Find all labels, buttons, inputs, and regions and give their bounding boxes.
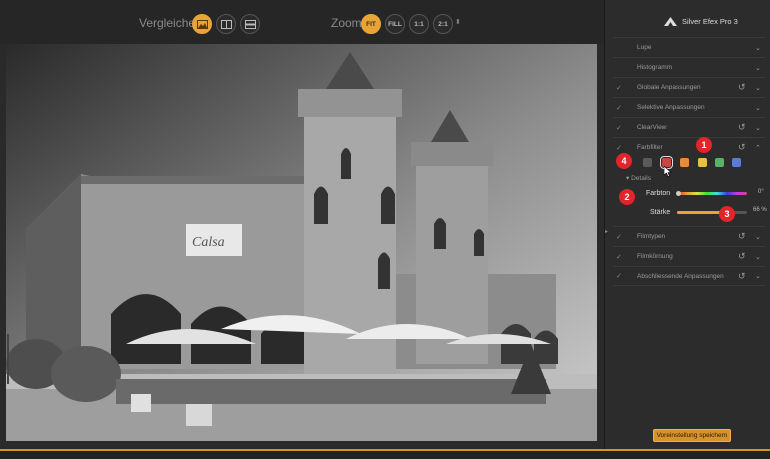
callout-badge-4: 4 <box>616 153 632 169</box>
color-filter-swatch-blue[interactable] <box>732 158 741 167</box>
image-icon <box>196 19 208 29</box>
split-view-icon <box>220 19 232 29</box>
photo-canvas[interactable]: Calsa <box>6 44 597 441</box>
save-preset-button[interactable]: Voreinstellung speichern <box>653 429 731 442</box>
section-lupe[interactable]: Lupe ⌄ <box>613 37 765 57</box>
color-filter-swatch-neutral[interactable] <box>643 158 652 167</box>
reset-icon[interactable]: ↺ <box>738 251 746 262</box>
checkmark-icon[interactable]: ✓ <box>616 253 622 261</box>
section-farbfilter[interactable]: ✓ Farbfilter ↺ ⌃ <box>613 137 765 157</box>
chevron-down-icon[interactable]: ⌄ <box>755 233 761 241</box>
section-label: Filmtypen <box>637 233 666 240</box>
color-filter-swatch-yellow[interactable] <box>698 158 707 167</box>
section-filmkoernung[interactable]: ✓ Filmkörnung ↺ ⌄ <box>613 246 765 266</box>
section-selektive-anpassungen[interactable]: ✓ Selektive Anpassungen ⌄ <box>613 97 765 117</box>
reset-icon[interactable]: ↺ <box>738 82 746 93</box>
chevron-down-icon[interactable]: ⌄ <box>755 253 761 261</box>
compare-side-by-side-button[interactable] <box>240 14 260 34</box>
zoom-label: Zoom <box>331 16 362 30</box>
reset-icon[interactable]: ↺ <box>738 271 746 282</box>
chevron-down-icon[interactable]: ⌄ <box>755 124 761 132</box>
details-label: Details <box>631 175 651 182</box>
zoom-2-1-button[interactable]: 2:1 <box>433 14 453 34</box>
top-toolbar: Vergleichen Zoom FIT FILL 1:1 2:1 ⬍ <box>0 0 604 44</box>
chevron-down-icon[interactable]: ⌄ <box>755 272 761 280</box>
reset-icon[interactable]: ↺ <box>738 231 746 242</box>
section-label: Abschliessende Anpassungen <box>637 272 724 280</box>
farbton-label: Farbton <box>646 190 671 197</box>
color-filter-swatch-orange[interactable] <box>680 158 689 167</box>
details-toggle[interactable]: ▾ Details <box>626 174 651 182</box>
staerke-slider[interactable] <box>677 210 747 215</box>
panel-collapse-arrow-icon[interactable]: ▸ <box>605 228 608 235</box>
reset-icon[interactable]: ↺ <box>738 122 746 133</box>
checkmark-icon[interactable]: ✓ <box>616 104 622 112</box>
section-label: Filmkörnung <box>637 253 673 260</box>
chevron-down-icon[interactable]: ⌄ <box>755 104 761 112</box>
zoom-stepper-icon[interactable]: ⬍ <box>455 18 461 26</box>
farbton-value: 0° <box>758 189 764 195</box>
section-label: Lupe <box>637 44 652 51</box>
zoom-1-1-button[interactable]: 1:1 <box>409 14 429 34</box>
zoom-fit-button[interactable]: FIT <box>361 14 381 34</box>
checkmark-icon[interactable]: ✓ <box>616 272 622 280</box>
farbton-slider[interactable] <box>676 191 747 196</box>
chevron-up-icon[interactable]: ⌃ <box>755 144 761 152</box>
section-label: ClearView <box>637 124 667 131</box>
color-filter-swatch-green[interactable] <box>715 158 724 167</box>
section-label: Histogramm <box>637 64 673 71</box>
bottom-status-strip <box>0 449 770 459</box>
section-label: Farbfilter <box>637 144 663 151</box>
chevron-down-icon[interactable]: ⌄ <box>755 64 761 72</box>
adjustments-panel: Silver Efex Pro 3 Lupe ⌄ Histogramm ⌄ ✓ … <box>604 0 770 449</box>
brand-name: Silver Efex Pro 3 <box>682 17 738 26</box>
staerke-label: Stärke <box>650 209 671 216</box>
castle-photo: Calsa <box>6 44 597 441</box>
compare-single-view-button[interactable] <box>192 14 212 34</box>
checkmark-icon[interactable]: ✓ <box>616 233 622 241</box>
compare-split-view-button[interactable] <box>216 14 236 34</box>
farbton-slider-knob[interactable] <box>676 191 681 196</box>
chevron-down-icon[interactable]: ⌄ <box>755 44 761 52</box>
reset-icon[interactable]: ↺ <box>738 142 746 153</box>
checkmark-icon[interactable]: ✓ <box>616 124 622 132</box>
callout-badge-3: 3 <box>719 206 735 222</box>
callout-badge-1: 1 <box>696 137 712 153</box>
callout-badge-2: 2 <box>619 189 635 205</box>
section-label: Selektive Anpassungen <box>637 104 705 111</box>
brand-header: Silver Efex Pro 3 <box>664 16 738 27</box>
checkmark-icon[interactable]: ✓ <box>616 84 622 92</box>
section-clearview[interactable]: ✓ ClearView ↺ ⌄ <box>613 117 765 137</box>
silver-efex-logo-icon <box>664 17 677 26</box>
staerke-slider-fill <box>677 211 724 214</box>
chevron-down-icon[interactable]: ⌄ <box>755 84 761 92</box>
section-filmtypen[interactable]: ✓ Filmtypen ↺ ⌄ <box>613 226 765 246</box>
checkmark-icon[interactable]: ✓ <box>616 144 622 152</box>
section-globale-anpassungen[interactable]: ✓ Globale Anpassungen ↺ ⌄ <box>613 77 765 97</box>
section-label: Globale Anpassungen <box>637 84 701 91</box>
staerke-value: 66 % <box>753 207 767 213</box>
banner-text: Calsa <box>192 235 225 250</box>
side-by-side-icon <box>244 19 256 29</box>
zoom-fill-button[interactable]: FILL <box>385 14 405 34</box>
section-histogramm[interactable]: Histogramm ⌄ <box>613 57 765 77</box>
section-abschliessende-anpassungen[interactable]: ✓ Abschliessende Anpassungen ↺ ⌄ <box>613 266 765 286</box>
mouse-cursor-icon <box>664 166 672 177</box>
